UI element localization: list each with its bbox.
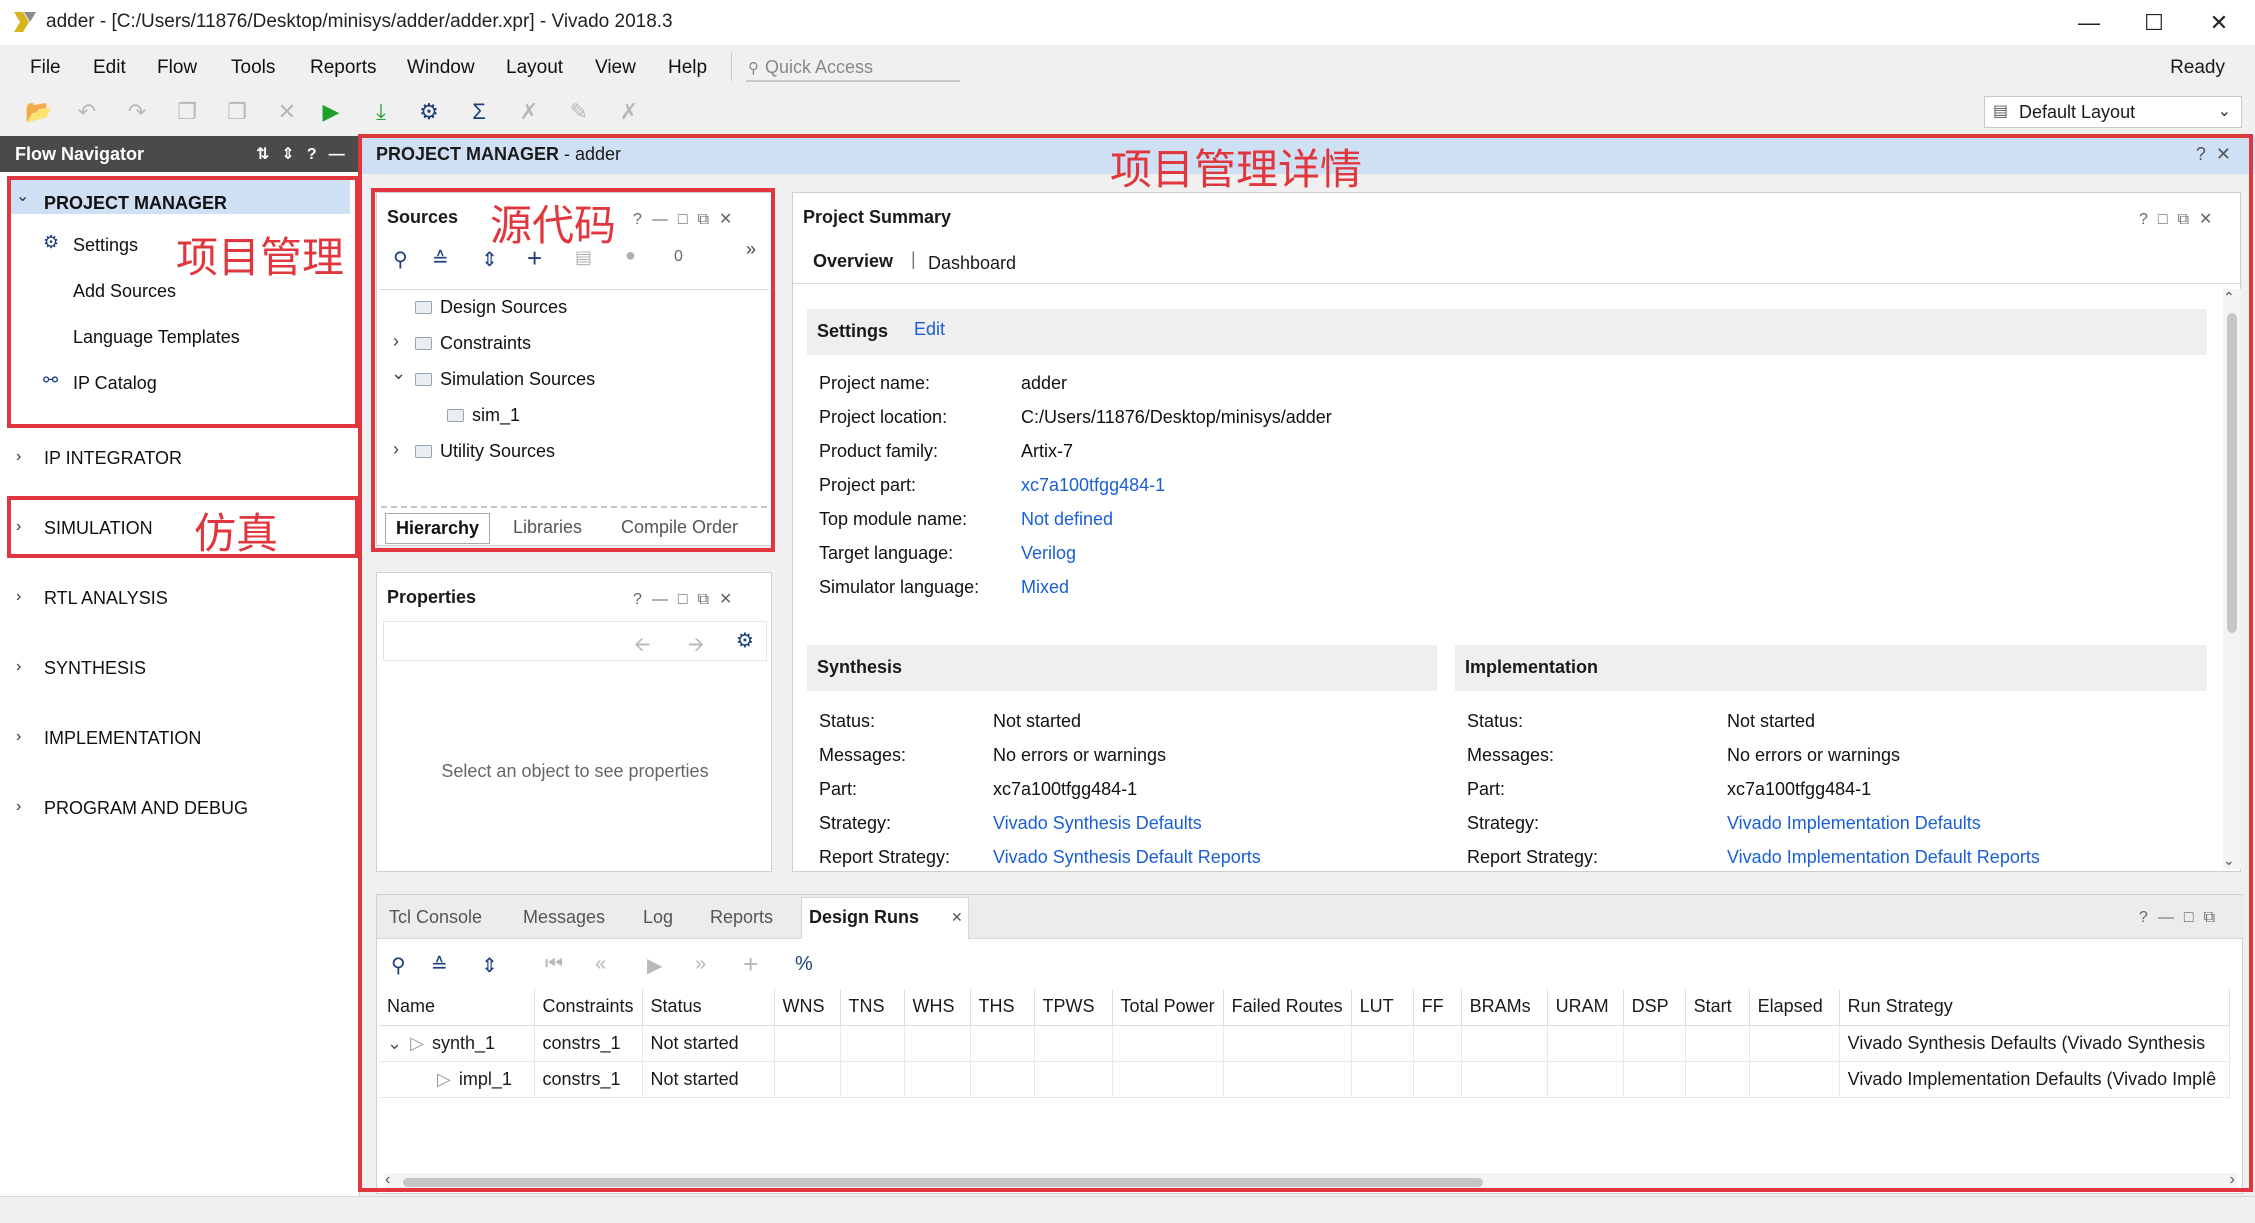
nav-program-debug[interactable]: PROGRAM AND DEBUG: [44, 798, 248, 819]
menu-tools[interactable]: Tools: [231, 57, 275, 79]
annotation-simulation: 仿真: [194, 509, 279, 558]
paste-icon[interactable]: ❐: [222, 98, 252, 126]
maximize-button[interactable]: ☐: [2125, 4, 2183, 42]
status-bar: [0, 1196, 2255, 1223]
status-text: Ready: [2170, 57, 2225, 78]
menu-help[interactable]: Help: [668, 57, 707, 79]
menu-window[interactable]: Window: [407, 57, 475, 79]
redo-icon[interactable]: ↷: [122, 98, 152, 126]
settings-gear-icon[interactable]: ⚙: [414, 98, 444, 126]
nav-rtl-analysis[interactable]: RTL ANALYSIS: [44, 588, 168, 609]
annotation-details-box: [358, 134, 2253, 1192]
menu-flow[interactable]: Flow: [157, 57, 197, 79]
chevron-right-icon[interactable]: ›: [16, 728, 21, 746]
chevron-down-icon: ⌄: [2217, 103, 2231, 120]
search-icon: ⚲: [748, 60, 759, 77]
chevron-right-icon[interactable]: ›: [16, 588, 21, 606]
run-icon[interactable]: ▶: [316, 98, 346, 126]
layout-select[interactable]: ▤ Default Layout ⌄: [1984, 96, 2242, 128]
delete-icon[interactable]: ✕: [272, 98, 302, 126]
vivado-logo-icon: [14, 12, 36, 32]
menu-edit[interactable]: Edit: [93, 57, 126, 79]
menu-view[interactable]: View: [595, 57, 636, 79]
annotation-project-mgmt: 项目管理: [176, 233, 345, 282]
main-toolbar: 📂 ↶ ↷ ❐ ❐ ✕ ▶ ⤓ ⚙ Σ ✗ ✎ ✗ ▤ Default Layo…: [0, 90, 2255, 134]
quick-access-placeholder: Quick Access: [765, 57, 874, 77]
undo-icon[interactable]: ↶: [72, 98, 102, 126]
generate-bitstream-icon[interactable]: ⤓: [366, 98, 396, 126]
menu-file[interactable]: File: [30, 57, 61, 79]
debug-off-icon[interactable]: ✗: [514, 98, 544, 126]
copy-icon[interactable]: ❐: [172, 98, 202, 126]
chevron-right-icon[interactable]: ›: [16, 798, 21, 816]
window-title: adder - [C:/Users/11876/Desktop/minisys/…: [46, 11, 673, 32]
clear-icon[interactable]: ✗: [614, 98, 644, 126]
chevron-right-icon[interactable]: ›: [16, 658, 21, 676]
nav-ip-integrator[interactable]: IP INTEGRATOR: [44, 448, 182, 469]
sigma-icon[interactable]: Σ: [464, 98, 494, 126]
menu-reports[interactable]: Reports: [310, 57, 377, 79]
nav-implementation[interactable]: IMPLEMENTATION: [44, 728, 201, 749]
menu-layout[interactable]: Layout: [506, 57, 563, 79]
nav-synthesis[interactable]: SYNTHESIS: [44, 658, 146, 679]
flow-navigator-controls-icon[interactable]: ⇅⇕?—: [256, 144, 357, 164]
menu-bar: File Edit Flow Tools Reports Window Layo…: [0, 45, 2255, 89]
open-project-icon[interactable]: 📂: [24, 98, 54, 126]
quick-access-input[interactable]: ⚲ Quick Access: [746, 52, 960, 82]
pencil-icon[interactable]: ✎: [564, 98, 594, 126]
annotation-project-mgmt-box: [7, 176, 359, 428]
annotation-simulation-box: [7, 496, 359, 558]
layout-icon: ▤: [1993, 103, 2009, 120]
minimize-button[interactable]: —: [2060, 4, 2118, 42]
close-button[interactable]: ✕: [2190, 4, 2248, 42]
chevron-right-icon[interactable]: ›: [16, 448, 21, 466]
flow-navigator-title: Flow Navigator: [15, 144, 145, 164]
menu-divider: [731, 53, 732, 81]
layout-select-value: Default Layout: [2019, 102, 2136, 122]
annotation-project-details: 项目管理详情: [1110, 145, 1363, 194]
flow-navigator-header: Flow Navigator ⇅⇕?—: [0, 136, 360, 172]
title-bar: adder - [C:/Users/11876/Desktop/minisys/…: [0, 0, 2255, 45]
